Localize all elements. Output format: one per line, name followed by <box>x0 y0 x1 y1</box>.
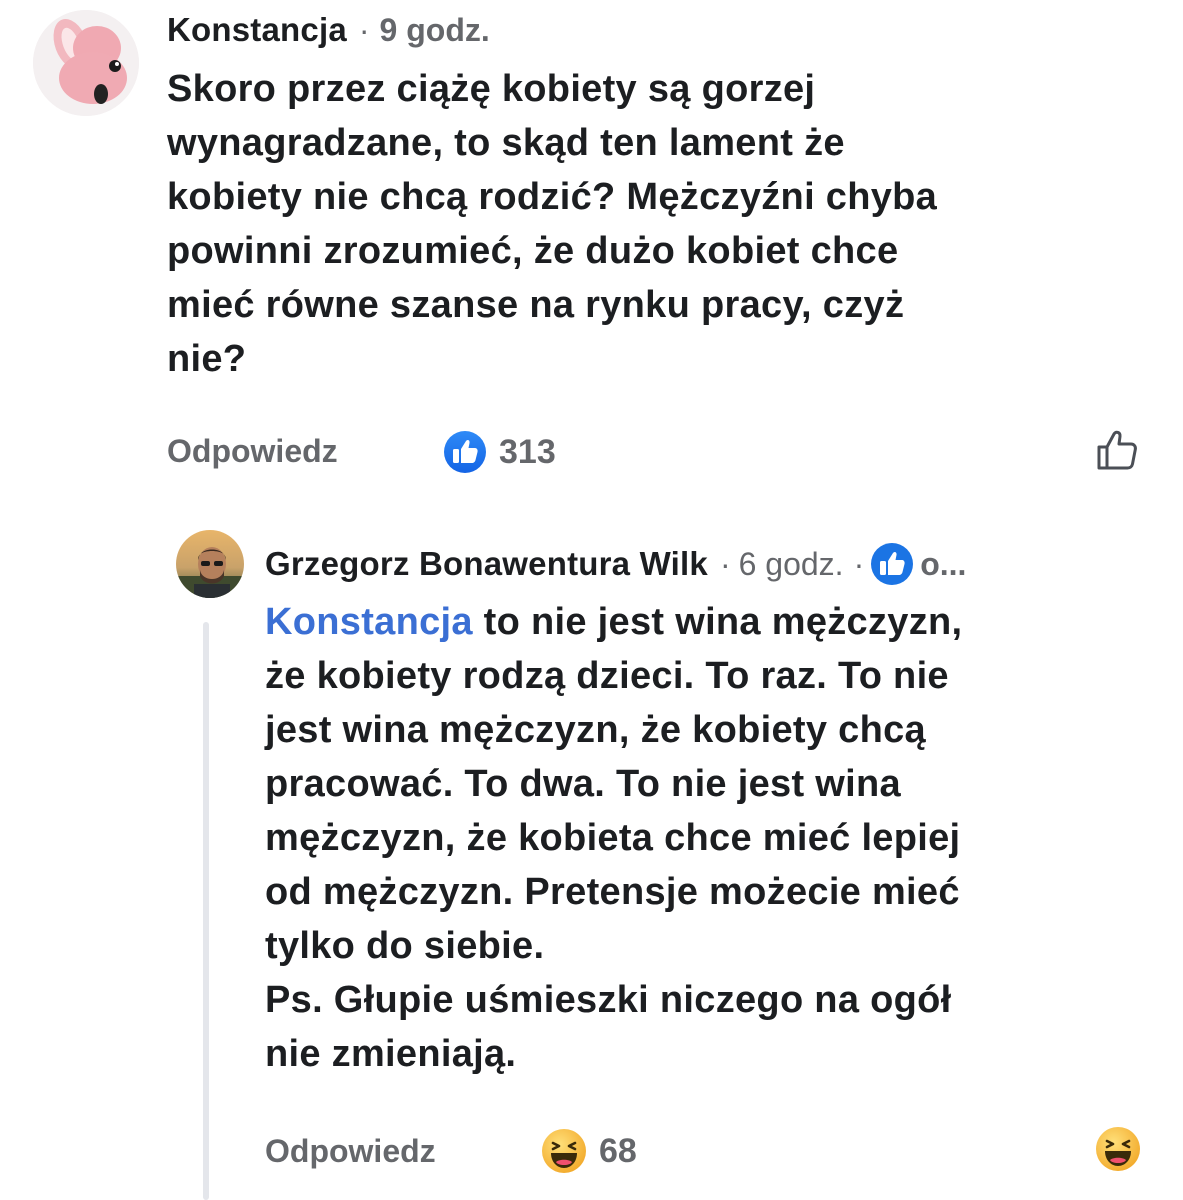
reply-line: tylko do siebie. <box>265 925 545 967</box>
comment-reply-button[interactable]: Odpowiedz <box>167 433 338 470</box>
mention-link[interactable]: Konstancja <box>265 601 473 643</box>
reply-line: od mężczyzn. Pretensje możecie mieć <box>265 871 960 913</box>
comment-author-name[interactable]: Konstancja <box>167 11 347 49</box>
thread-line <box>203 622 209 1200</box>
comment-line: kobiety nie chcą rodzić? Mężczyźni chyba <box>167 176 938 218</box>
thumbs-up-outline-icon <box>1097 430 1137 470</box>
reply-author-name[interactable]: Grzegorz Bonawentura Wilk <box>265 545 708 583</box>
reply-line: jest wina mężczyzn, że kobiety chcą <box>265 709 926 751</box>
reply-reply-button[interactable]: Odpowiedz <box>265 1133 436 1170</box>
comment-body: Skoro przez ciążę kobiety są gorzej wyna… <box>167 62 1157 386</box>
haha-emoji-icon <box>1096 1127 1140 1171</box>
reply-body: Konstancja to nie jest wina mężczyzn, że… <box>265 595 1165 1081</box>
reply-header: Grzegorz Bonawentura Wilk · 6 godz. · o.… <box>265 542 966 586</box>
reply-line: że kobiety rodzą dzieci. To raz. To nie <box>265 655 949 697</box>
comment-line: nie? <box>167 338 247 380</box>
reply-line-text: to nie jest wina mężczyzn, <box>472 601 963 643</box>
reply-react-button[interactable] <box>1095 1126 1141 1172</box>
comment-like-button[interactable] <box>1095 428 1139 472</box>
reply-timestamp[interactable]: 6 godz. <box>739 546 844 583</box>
reply-reaction-count: 68 <box>599 1131 637 1170</box>
like-icon <box>444 431 486 473</box>
comment-line: Skoro przez ciążę kobiety są gorzej <box>167 68 816 110</box>
header-separator: · <box>358 11 370 48</box>
reply-line: mężczyzn, że kobieta chce mieć lepiej <box>265 817 961 859</box>
comment-line: mieć równe szanse na rynku pracy, czyż <box>167 284 905 326</box>
avatar-konstancja[interactable] <box>33 10 139 116</box>
comment-reaction-count: 313 <box>499 432 556 471</box>
header-separator: · <box>853 545 865 582</box>
comment-timestamp[interactable]: 9 godz. <box>380 12 490 49</box>
reply-reaction-summary[interactable]: 68 <box>541 1128 637 1174</box>
header-separator: · <box>719 545 731 582</box>
follow-label-truncated[interactable]: o... <box>920 546 966 583</box>
avatar-grzegorz[interactable] <box>176 530 244 598</box>
user-photo-avatar-icon <box>176 530 244 598</box>
like-badge-icon <box>871 543 914 585</box>
reply-line: nie zmieniają. <box>265 1033 517 1075</box>
comment-line: wynagradzane, to skąd ten lament że <box>167 122 845 164</box>
reply-line: Konstancja to nie jest wina mężczyzn, <box>265 595 1165 649</box>
reply-line: pracować. To dwa. To nie jest wina <box>265 763 901 805</box>
comment-reaction-summary[interactable]: 313 <box>443 430 556 474</box>
plush-toy-avatar-icon <box>33 10 139 116</box>
haha-emoji-icon <box>542 1129 586 1173</box>
reply-line: Ps. Głupie uśmieszki niczego na ogół <box>265 979 952 1021</box>
comment-header: Konstancja · 9 godz. <box>167 8 490 52</box>
comment-line: powinni zrozumieć, że dużo kobiet chce <box>167 230 899 272</box>
